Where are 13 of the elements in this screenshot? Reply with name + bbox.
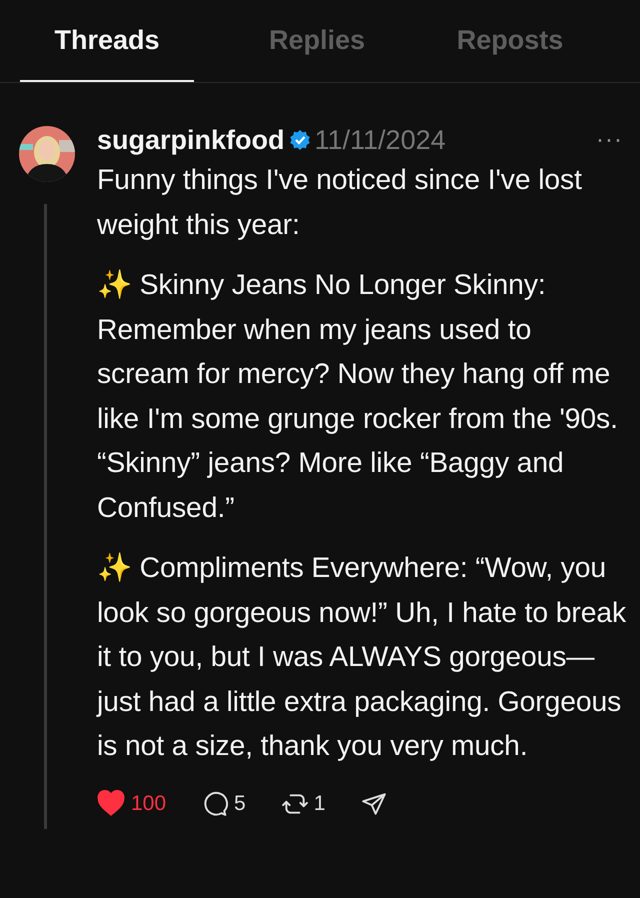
post-text: ✨ Compliments Everywhere: “Wow, you look so gorgeous now!” Uh, I hate to break it to you, but I was ALWAYS gorgeous—just had a little extra packaging. Gorgeous is not a size, thank you very much.: [97, 550, 627, 763]
action-count: 1: [314, 792, 326, 816]
action-count: 100: [131, 792, 166, 816]
heart-icon[interactable]: [97, 790, 125, 818]
action-count: 5: [234, 792, 246, 816]
comment-icon[interactable]: [202, 790, 228, 816]
post-text: ✨ Skinny Jeans No Longer Skinny: Remember when my jeans used to scream for mercy? Now they hang off me like I'm some grunge rocker from the '90s. “Skinny” jeans? More like “Baggy and Confused.”: [97, 267, 619, 524]
post-text: Funny things I've noticed since I've lost weight this year:: [97, 162, 583, 242]
post-date: 11/11/2024: [314, 124, 446, 156]
username[interactable]: sugarpinkfood: [97, 124, 284, 156]
send-icon[interactable]: [361, 790, 388, 816]
profile-tab[interactable]: Threads: [20, 0, 194, 82]
more-options[interactable]: ···: [596, 126, 623, 154]
